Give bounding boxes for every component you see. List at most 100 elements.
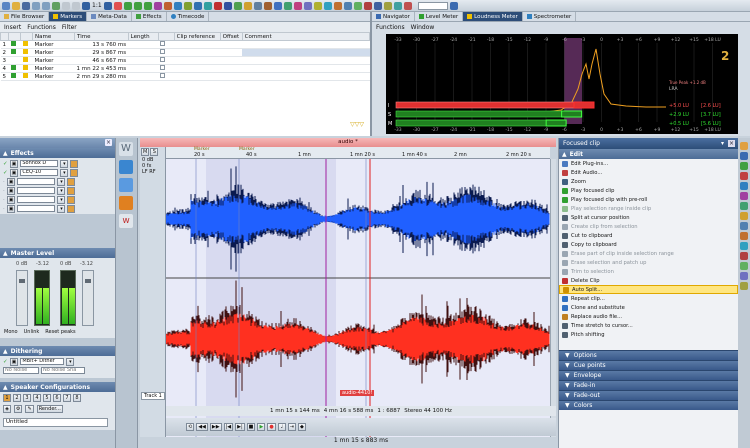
checkbox[interactable] [160, 41, 166, 46]
tool-icon[interactable] [740, 282, 748, 290]
tool-icon[interactable] [740, 162, 748, 170]
section-fade-out[interactable]: ▼ Fade-out [559, 390, 738, 400]
new-icon[interactable] [2, 1, 10, 10]
tool-icon[interactable] [153, 1, 162, 10]
tool-icon[interactable] [133, 1, 142, 10]
checkbox[interactable] [160, 65, 166, 70]
clip-command-item[interactable]: Split at cursor position [559, 213, 738, 222]
unlink-button[interactable]: Unlink [24, 329, 40, 335]
bypass-button[interactable]: ▣ [6, 177, 16, 186]
clip-command-item[interactable]: Cut to clipboard [559, 231, 738, 240]
tool-icon[interactable] [313, 1, 322, 10]
solo-button[interactable]: S [150, 148, 159, 156]
rewind-icon[interactable]: ◀◀ [196, 423, 208, 431]
tool-icon[interactable] [333, 1, 342, 10]
clip-command-item[interactable]: Erase selection and patch up [559, 258, 738, 267]
section-envelope[interactable]: ▼ Envelope [559, 370, 738, 380]
checkbox[interactable] [160, 57, 166, 62]
tool-icon[interactable] [183, 1, 192, 10]
clip-command-item[interactable]: Edit Audio... [559, 168, 738, 177]
dropdown-icon[interactable]: ▾ [721, 140, 724, 147]
speaker-icon[interactable]: ◈ [3, 405, 11, 413]
tool-icon[interactable] [740, 242, 748, 250]
tab-effects[interactable]: Effects [132, 12, 167, 21]
tool-icon[interactable] [273, 1, 282, 10]
col-length[interactable]: Length [127, 32, 159, 41]
clip-command-item[interactable]: Trim to selection [559, 267, 738, 276]
punch-icon[interactable]: ⇥ [287, 423, 296, 431]
tool-icon[interactable] [203, 1, 212, 10]
redo-icon[interactable] [42, 1, 50, 10]
tool-icon[interactable] [243, 1, 252, 10]
preset-dropdown[interactable] [417, 1, 448, 10]
table-row[interactable]: 2 Marker 29 s 867 ms [0, 48, 370, 57]
clip-command-item[interactable]: Auto Split... [559, 285, 738, 294]
table-row[interactable]: 3 Marker 46 s 667 ms [0, 56, 370, 65]
menu-insert[interactable]: Insert [4, 24, 21, 31]
check-icon[interactable]: ✓ [3, 359, 8, 365]
menu-functions[interactable]: Functions [27, 24, 56, 31]
audio-format[interactable]: Stereo 44 100 Hz [404, 408, 452, 414]
col-offset[interactable]: Offset [219, 32, 243, 41]
clip-command-item[interactable]: Play selection range inside clip [559, 204, 738, 213]
play-icon[interactable] [10, 41, 16, 46]
tool-icon[interactable] [343, 1, 352, 10]
clip-command-item[interactable]: Copy to clipboard [559, 240, 738, 249]
tool-icon[interactable] [383, 1, 392, 10]
zoom-out-icon[interactable] [103, 1, 112, 10]
clip-command-item[interactable]: Time stretch to cursor... [559, 321, 738, 330]
record-icon[interactable]: ● [267, 423, 276, 431]
clip-command-item[interactable]: Create clip from selection [559, 222, 738, 231]
check-icon[interactable]: · [3, 188, 5, 194]
check-icon[interactable]: · [3, 179, 5, 185]
paste-icon[interactable] [72, 1, 80, 10]
cursor-time[interactable]: 1 mn 15 s 144 ms [270, 408, 320, 414]
clip-command-item[interactable]: Repeat clip... [559, 294, 738, 303]
tool-icon[interactable] [223, 1, 232, 10]
tool-icon[interactable] [740, 222, 748, 230]
save-icon[interactable] [22, 1, 30, 10]
tool-icon[interactable] [403, 1, 412, 10]
col-time[interactable]: Time [74, 32, 129, 41]
zoom-in-icon[interactable] [82, 1, 90, 10]
tool-icon[interactable] [740, 232, 748, 240]
clip-command-item[interactable]: Play focused clip [559, 186, 738, 195]
slot-preset-button[interactable] [70, 168, 79, 177]
checkbox[interactable] [160, 73, 166, 78]
reset-peaks-button[interactable]: Reset peaks [45, 329, 75, 335]
menu-window[interactable]: Window [411, 24, 435, 31]
tab-loudness-meter[interactable]: Loudness Meter [463, 12, 523, 21]
table-row[interactable]: 1 Marker 13 s 760 ms [0, 40, 370, 49]
bypass-button[interactable]: ▣ [9, 357, 19, 366]
tab-level-meter[interactable]: Level Meter [415, 12, 464, 21]
tool-icon[interactable] [213, 1, 222, 10]
effects-section-header[interactable]: ▲ Effects [0, 148, 115, 158]
rss-icon[interactable] [119, 196, 133, 210]
wrench-icon[interactable]: ✎ [25, 405, 34, 413]
tab-navigator[interactable]: Navigator [372, 12, 415, 21]
clip-command-item[interactable]: Erase part of clip inside selection rang… [559, 249, 738, 258]
tool-icon[interactable] [740, 152, 748, 160]
fader-handle[interactable] [19, 279, 25, 283]
tool-icon[interactable] [143, 1, 152, 10]
tool-icon[interactable] [373, 1, 382, 10]
clip-command-item[interactable]: Clone and substitute [559, 303, 738, 312]
section-colors[interactable]: ▼ Colors [559, 400, 738, 410]
copy-icon[interactable] [62, 1, 70, 10]
check-icon[interactable]: ✓ [3, 161, 8, 167]
slot-preset-button[interactable] [67, 186, 76, 195]
wave-window-title[interactable]: audio * [140, 138, 556, 147]
tool-icon[interactable] [263, 1, 272, 10]
forward-icon[interactable]: ▶▶ [209, 423, 222, 431]
section-fade-in[interactable]: ▼ Fade-in [559, 380, 738, 390]
undo-icon[interactable] [32, 1, 40, 10]
edit-section-header[interactable]: ▲ Edit [559, 149, 738, 159]
tool-icon[interactable] [740, 142, 748, 150]
tool-icon[interactable] [353, 1, 362, 10]
col-clip-ref[interactable]: Clip reference [173, 32, 221, 41]
fader-left[interactable] [16, 270, 28, 326]
wavelab-icon[interactable]: W [119, 142, 133, 156]
check-icon[interactable]: · [3, 206, 5, 212]
close-icon[interactable]: × [728, 140, 735, 147]
play-icon[interactable]: ▶ [257, 423, 266, 431]
